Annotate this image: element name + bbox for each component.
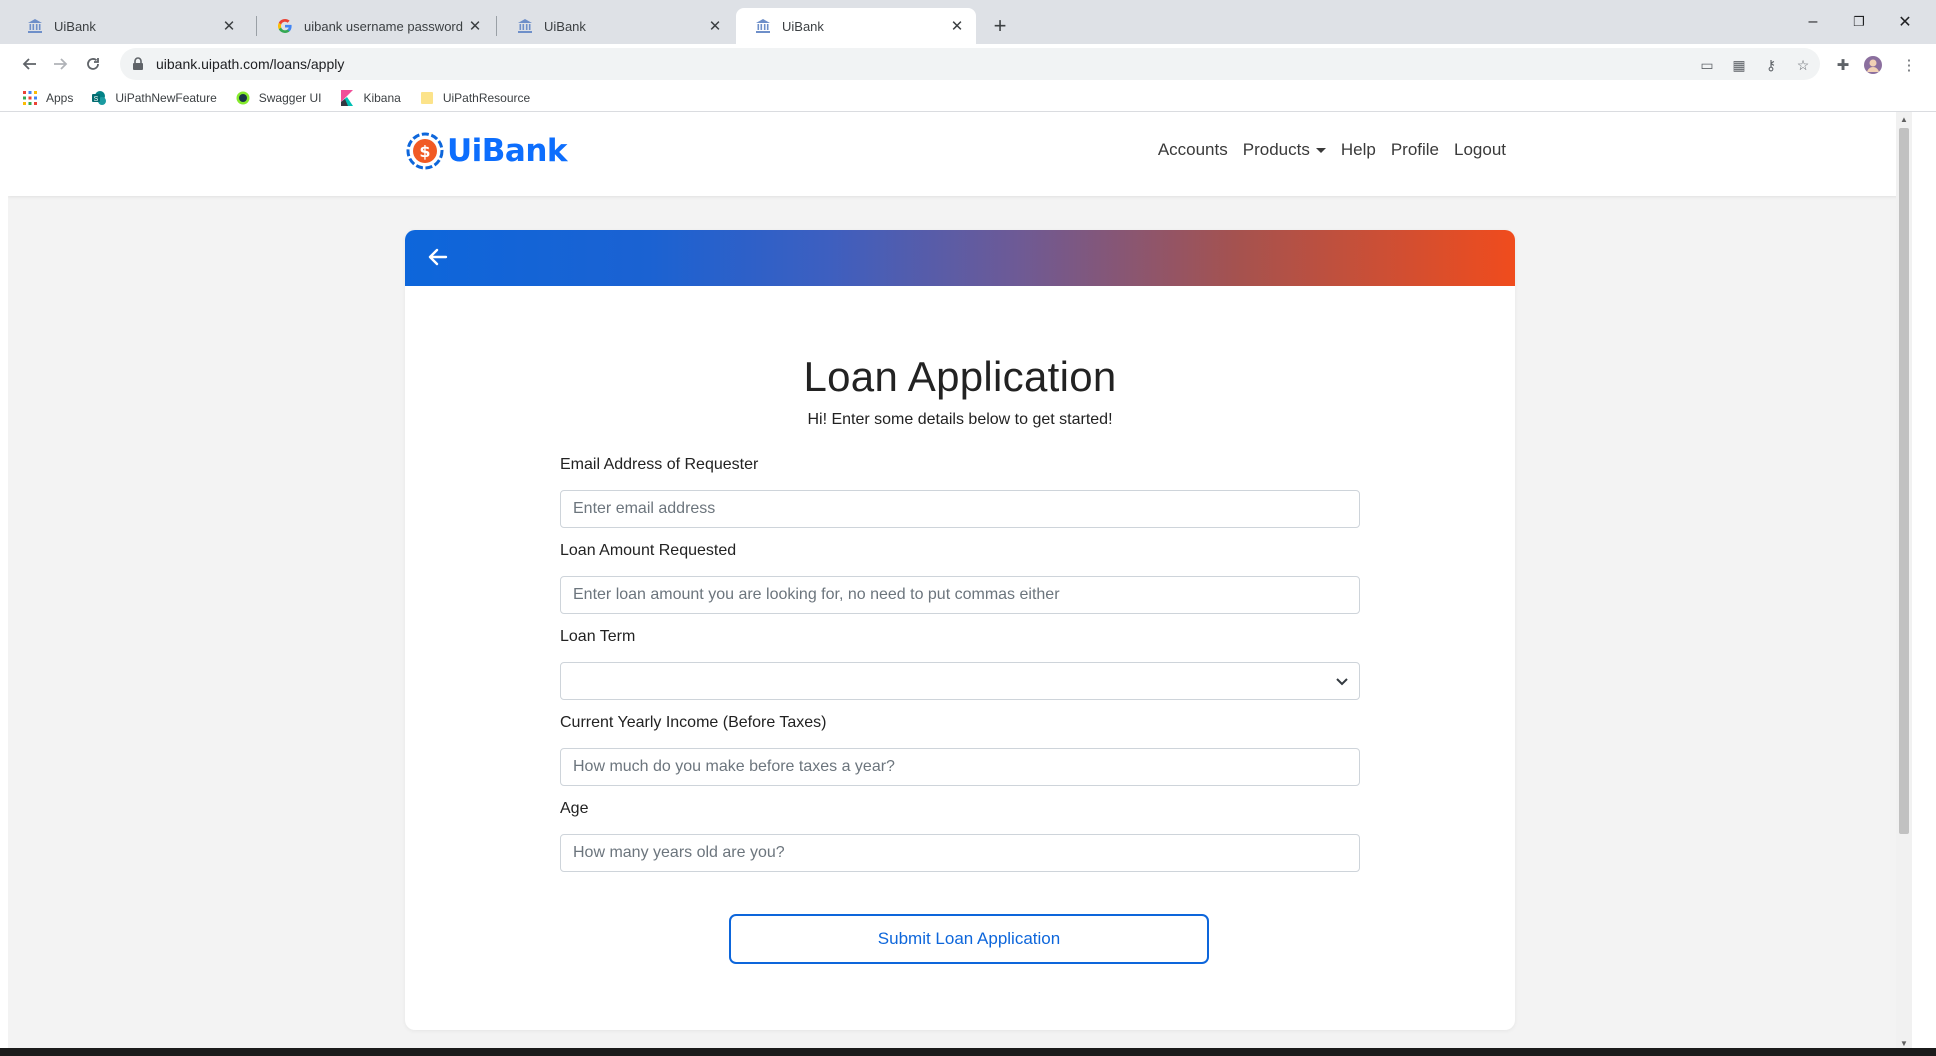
back-icon[interactable]	[14, 49, 44, 79]
qr-code-icon[interactable]: ▦	[1730, 56, 1748, 74]
loan-term-select[interactable]	[560, 662, 1360, 700]
bookmark-swagger-ui[interactable]: Swagger UI	[235, 90, 322, 106]
forward-icon[interactable]	[46, 49, 76, 79]
email-field[interactable]	[560, 490, 1360, 528]
bookmark-label: Kibana	[363, 90, 401, 105]
bookmark-label: UiPathNewFeature	[115, 90, 217, 105]
close-icon[interactable]: ✕	[466, 17, 484, 35]
svg-text:$: $	[419, 142, 430, 161]
loan-amount-label: Loan Amount Requested	[560, 542, 737, 559]
bank-icon	[754, 17, 772, 35]
close-window-button[interactable]: ✕	[1882, 8, 1928, 36]
page-subtitle: Hi! Enter some details below to get star…	[807, 411, 1113, 428]
loan-application-card: Loan Application Hi! Enter some details …	[405, 230, 1515, 1030]
tab-title: UiBank	[54, 18, 96, 34]
reload-icon[interactable]	[78, 49, 108, 79]
bookmark-label: UiPathResource	[442, 90, 531, 105]
bookmark-label: Apps	[46, 90, 74, 105]
card-header-gradient	[405, 230, 1515, 286]
main-menu: Accounts Products Help Profile Logout	[1143, 140, 1506, 160]
cast-icon[interactable]: ▭	[1698, 56, 1716, 74]
bookmark-apps[interactable]: Apps	[22, 90, 73, 106]
bookmark-kibana[interactable]: Kibana	[339, 89, 401, 106]
brand-name: UiBank	[447, 133, 568, 169]
sharepoint-icon: S	[91, 90, 107, 106]
lock-icon[interactable]	[130, 56, 146, 72]
address-bar[interactable]: uibank.uipath.com/loans/apply	[120, 48, 1820, 80]
extensions-icon[interactable]: ✚	[1832, 54, 1854, 76]
nav-products[interactable]: Products	[1243, 140, 1326, 160]
browser-toolbar: uibank.uipath.com/loans/apply ▭ ▦ ⚷ ☆ ✚ …	[0, 44, 1936, 84]
close-icon[interactable]: ✕	[220, 17, 238, 35]
tab-title: UiBank	[544, 18, 586, 34]
bookmark-uipathresource[interactable]: UiPathResource	[419, 90, 530, 106]
browser-tab[interactable]: uibank username password - Goo ✕	[258, 8, 494, 44]
scroll-thumb[interactable]	[1899, 128, 1909, 834]
tab-title: UiBank	[782, 18, 824, 34]
browser-tab-active[interactable]: UiBank ✕	[736, 8, 976, 44]
page-title: Loan Application	[803, 353, 1117, 400]
browser-tab[interactable]: UiBank ✕	[498, 8, 734, 44]
swagger-icon	[235, 90, 251, 106]
browser-tab[interactable]: UiBank ✕	[8, 8, 248, 44]
site-navbar: $ UiBank Accounts Products Help Profile …	[8, 112, 1912, 196]
bank-icon	[26, 17, 44, 35]
new-tab-button[interactable]: +	[986, 12, 1014, 40]
income-field[interactable]	[560, 748, 1360, 786]
chevron-down-icon	[1335, 675, 1349, 689]
folder-icon	[419, 90, 435, 106]
nav-help[interactable]: Help	[1341, 140, 1376, 160]
minimize-button[interactable]: –	[1790, 8, 1836, 36]
close-icon[interactable]: ✕	[706, 17, 724, 35]
back-arrow-icon[interactable]	[425, 244, 451, 270]
nav-profile[interactable]: Profile	[1391, 140, 1439, 160]
age-field[interactable]	[560, 834, 1360, 872]
bookmark-uipathnewfeature[interactable]: S UiPathNewFeature	[91, 90, 217, 106]
browser-menu-icon[interactable]: ⋮	[1898, 54, 1920, 76]
bookmarks-bar: Apps S UiPathNewFeature Swagger UI Kiban…	[0, 84, 1936, 112]
page-viewport: $ UiBank Accounts Products Help Profile …	[8, 112, 1912, 1050]
caret-down-icon	[1315, 148, 1326, 154]
income-label: Current Yearly Income (Before Taxes)	[560, 714, 827, 731]
close-icon[interactable]: ✕	[948, 17, 966, 35]
tab-separator	[496, 16, 497, 36]
submit-loan-button[interactable]: Submit Loan Application	[729, 914, 1209, 964]
kibana-icon	[339, 89, 355, 106]
bank-icon	[516, 17, 534, 35]
loan-amount-field[interactable]	[560, 576, 1360, 614]
dollar-coin-icon: $	[406, 132, 444, 170]
email-label: Email Address of Requester	[560, 456, 759, 473]
tab-separator	[256, 16, 257, 36]
loan-term-label: Loan Term	[560, 628, 636, 645]
page-scrollbar[interactable]: ▲ ▼	[1896, 112, 1912, 1050]
age-label: Age	[560, 800, 589, 817]
url-text: uibank.uipath.com/loans/apply	[156, 56, 345, 72]
avatar[interactable]	[1862, 54, 1884, 76]
os-taskbar	[0, 1048, 1936, 1056]
google-icon	[276, 17, 294, 35]
tab-title: uibank username password - Goo	[304, 18, 466, 34]
nav-accounts[interactable]: Accounts	[1158, 140, 1228, 160]
svg-text:S: S	[94, 96, 99, 103]
apps-grid-icon	[22, 90, 38, 106]
bookmark-star-icon[interactable]: ☆	[1794, 56, 1812, 74]
site-logo[interactable]: $ UiBank	[406, 132, 568, 170]
key-icon[interactable]: ⚷	[1762, 56, 1780, 74]
restore-button[interactable]: ❐	[1836, 8, 1882, 36]
browser-tabstrip: UiBank ✕ uibank username password - Goo …	[0, 0, 1936, 44]
scroll-up-icon[interactable]: ▲	[1896, 112, 1912, 126]
nav-products-label: Products	[1242, 140, 1310, 159]
bookmark-label: Swagger UI	[258, 90, 322, 105]
nav-logout[interactable]: Logout	[1454, 140, 1506, 160]
